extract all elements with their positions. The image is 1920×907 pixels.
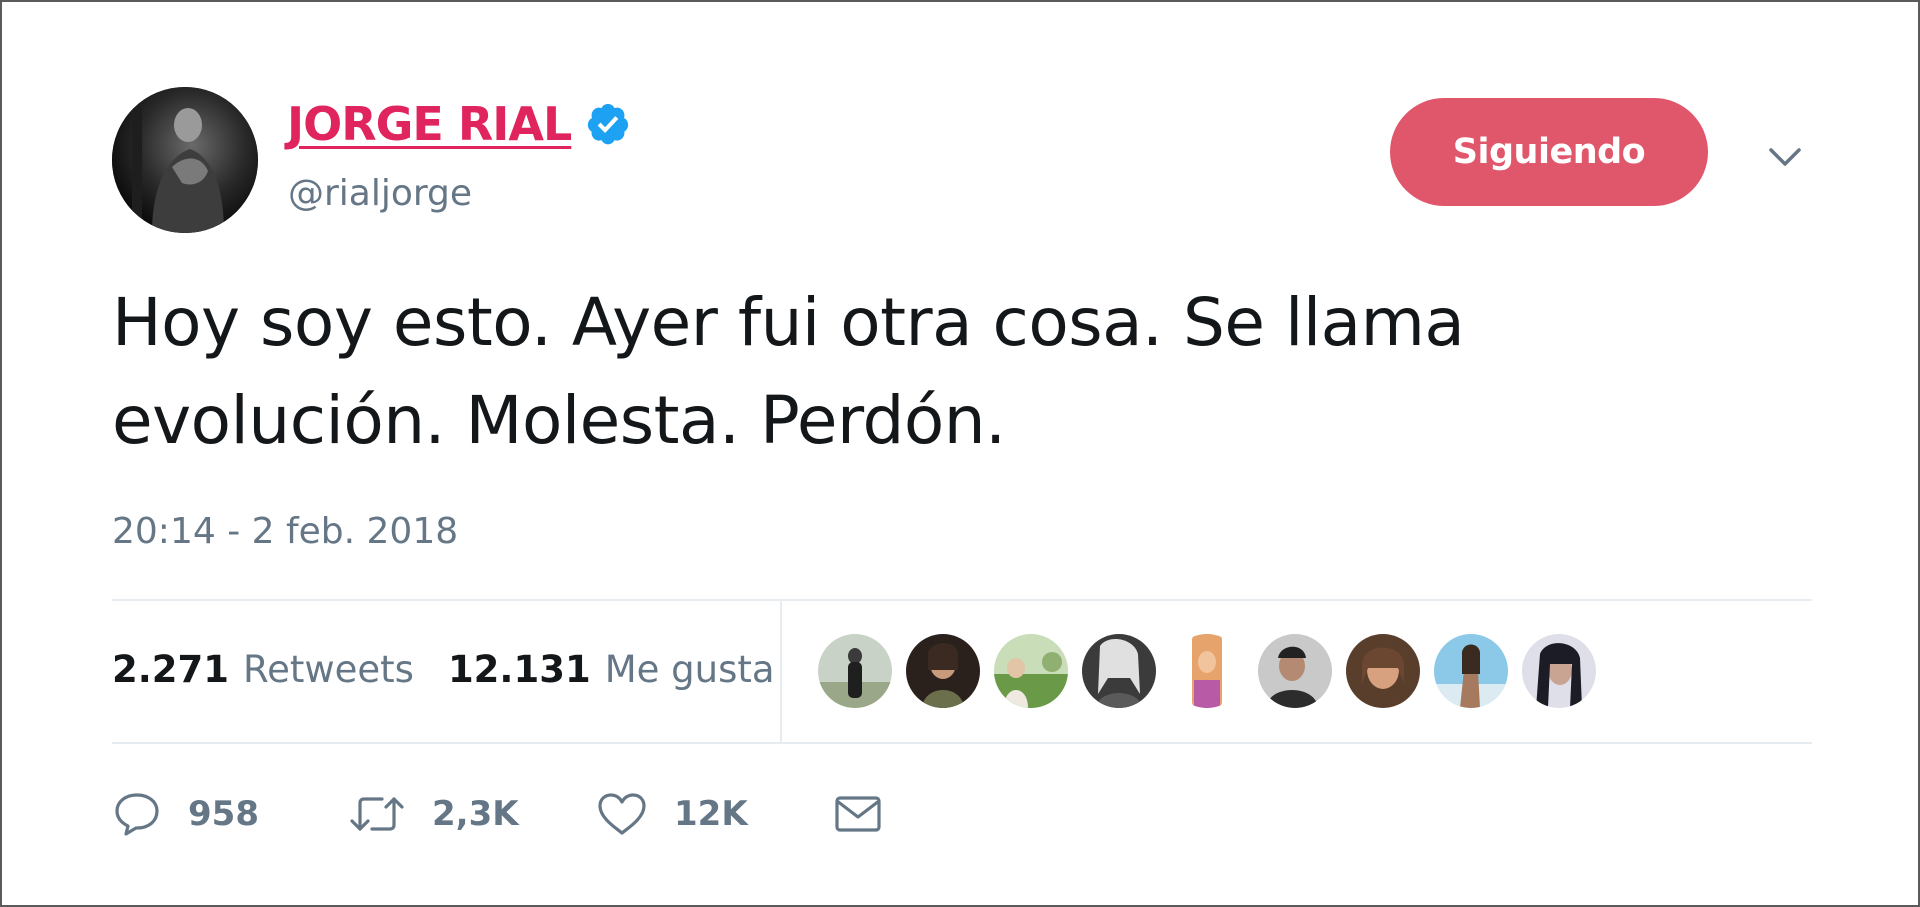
like-action[interactable]: 12K [596, 784, 832, 844]
tweet-text-line-2: evolución. Molesta. Perdón. [112, 382, 1006, 459]
stats-bottom-divider [112, 742, 1812, 744]
liker-avatar[interactable] [994, 634, 1068, 708]
heart-icon [598, 793, 646, 835]
liker-avatar[interactable] [1346, 634, 1420, 708]
user-handle[interactable]: @rialjorge [288, 170, 472, 218]
liker-avatar[interactable] [818, 634, 892, 708]
liker-avatar[interactable] [1434, 634, 1508, 708]
tweet-text: Hoy soy esto. Ayer fui otra cosa. Se lla… [112, 274, 1812, 470]
reply-action[interactable]: 958 [112, 784, 348, 844]
retweet-action[interactable]: 2,3K [348, 784, 596, 844]
likes-count: 12.131 [447, 648, 591, 691]
liker-avatar[interactable] [1522, 634, 1596, 708]
tweet-actions: 958 2,3K 12K [112, 784, 884, 844]
following-button[interactable]: Siguiendo [1390, 98, 1708, 206]
tweet-text-line-1: Hoy soy esto. Ayer fui otra cosa. Se lla… [112, 284, 1465, 361]
reply-count: 958 [188, 794, 259, 834]
retweets-stat[interactable]: 2.271 Retweets [112, 644, 414, 696]
tweet-card: JORGE RIAL @rialjorge Siguiendo Hoy soy … [0, 0, 1920, 907]
liker-avatar[interactable] [1082, 634, 1156, 708]
retweets-count: 2.271 [112, 648, 230, 691]
chevron-down-icon[interactable] [1765, 140, 1805, 174]
liker-avatar[interactable] [906, 634, 980, 708]
retweet-icon [350, 797, 404, 831]
name-row: JORGE RIAL [287, 94, 631, 154]
retweets-label: Retweets [243, 648, 414, 691]
likes-stat[interactable]: 12.131 Me gusta [448, 644, 775, 696]
display-name[interactable]: JORGE RIAL [287, 94, 572, 154]
tweet-stats: 2.271 Retweets 12.131 Me gusta [112, 644, 809, 696]
reply-icon [115, 793, 159, 836]
liker-avatar[interactable] [1170, 634, 1244, 708]
retweet-count: 2,3K [432, 794, 519, 834]
tweet-timestamp[interactable]: 20:14 - 2 feb. 2018 [112, 506, 458, 558]
verified-badge-icon [588, 103, 629, 145]
stats-top-divider [112, 599, 1812, 601]
profile-avatar[interactable] [112, 87, 258, 233]
envelope-icon [835, 796, 881, 832]
likes-label: Me gusta [604, 648, 775, 691]
like-count: 12K [674, 794, 748, 834]
liker-avatars [818, 634, 1610, 708]
liker-avatar[interactable] [1258, 634, 1332, 708]
direct-message-action[interactable] [832, 791, 884, 837]
